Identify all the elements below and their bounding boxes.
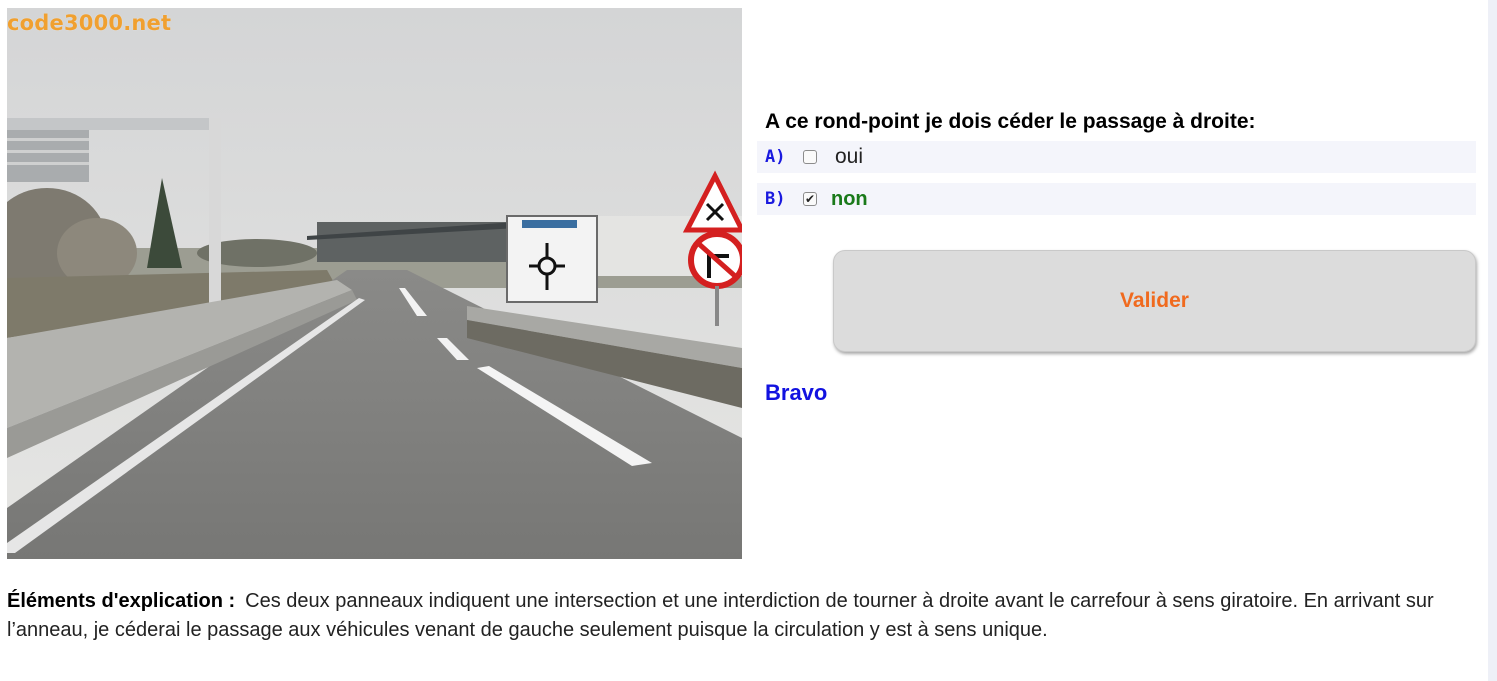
answer-letter: B) bbox=[765, 189, 786, 209]
answer-label: non bbox=[831, 187, 868, 210]
validate-button[interactable]: Valider bbox=[833, 250, 1476, 352]
page-edge bbox=[1488, 0, 1497, 681]
answer-checkbox-a[interactable] bbox=[803, 150, 817, 164]
explanation-label: Éléments d'explication : bbox=[7, 590, 236, 612]
result-message: Bravo bbox=[765, 380, 828, 405]
answer-checkbox-b[interactable]: ✔ bbox=[803, 192, 817, 206]
question-photo bbox=[7, 8, 742, 559]
answer-letter: A) bbox=[765, 147, 786, 167]
question-text: A ce rond-point je dois céder le passage… bbox=[765, 110, 1256, 133]
explanation-block: Éléments d'explication : Ces deux panneau… bbox=[7, 587, 1447, 645]
answer-option-a[interactable]: A) oui bbox=[757, 141, 1476, 173]
watermark-logo: code3000.net bbox=[7, 11, 172, 35]
answer-label: oui bbox=[835, 145, 864, 168]
answer-option-b[interactable]: B) ✔ non bbox=[757, 183, 1476, 215]
